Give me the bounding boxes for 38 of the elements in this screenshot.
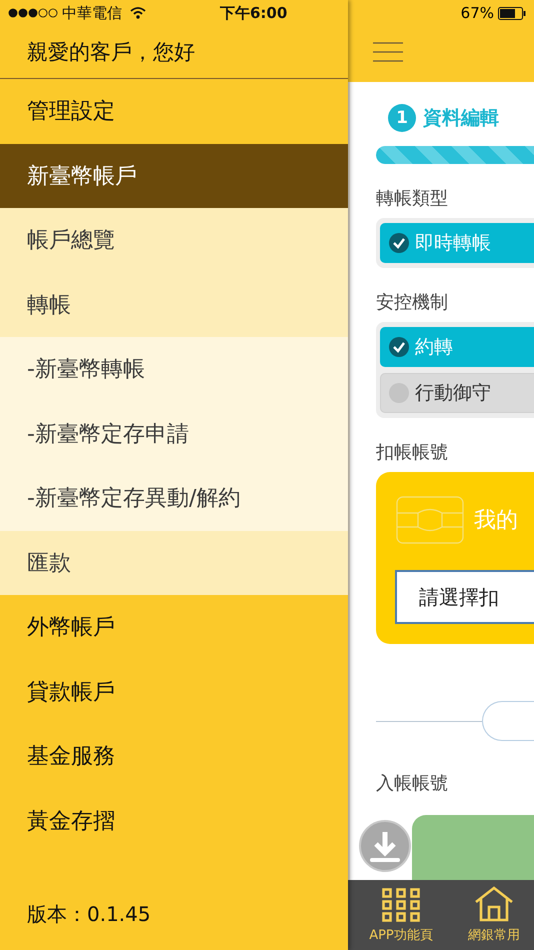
field-label: 扣帳帳號 [376,441,449,464]
menu-item[interactable]: 帳戶總覽 [0,208,348,272]
nav-tab[interactable]: 網銀常用 [454,880,534,950]
version-text: 版本：0.1.45 [26,901,152,928]
wifi-icon [130,7,146,19]
menu-item[interactable]: 貸款帳戶 [0,660,348,724]
menu-item[interactable]: 黃金存摺 [0,788,348,853]
home-icon [474,886,514,922]
swap-button[interactable] [482,701,534,741]
battery-percent: 67% [460,4,494,22]
menu-item[interactable]: 新臺幣帳戶 [0,144,348,208]
menu-item[interactable]: 基金服務 [0,724,348,788]
menu-item[interactable]: 轉帳 [0,272,348,337]
chip-icon [396,496,464,544]
check-icon [389,233,409,253]
menu-icon[interactable] [373,42,403,62]
menu-item[interactable]: -新臺幣轉帳 [0,337,348,402]
menu-item[interactable]: -新臺幣定存申請 [0,402,348,466]
check-icon [389,337,409,357]
menu-item[interactable]: 外幣帳戶 [0,595,348,660]
menu-item[interactable]: 匯款 [0,530,348,595]
step-title: 資料編輯 [423,106,499,131]
step-badge: 1 [388,104,416,132]
card-title: 我的 [474,507,518,535]
field-label: 轉帳類型 [376,187,449,210]
account-select[interactable]: 請選擇扣 [395,570,534,624]
signal-icon [8,8,58,18]
grid-icon [382,888,420,922]
nav-tab[interactable]: APP功能頁 [348,880,454,950]
option-toggle[interactable]: 行動御守 [380,373,534,413]
status-time: 下午6:00 [220,4,288,22]
download-icon[interactable] [359,820,411,872]
carrier-name: 中華電信 [62,4,122,22]
field-label: 安控機制 [376,291,449,314]
menu-item[interactable]: 管理設定 [0,79,348,144]
battery-icon [498,6,526,20]
menu-item[interactable]: -新臺幣定存異動/解約 [0,466,348,530]
field-label: 入帳帳號 [376,772,449,795]
